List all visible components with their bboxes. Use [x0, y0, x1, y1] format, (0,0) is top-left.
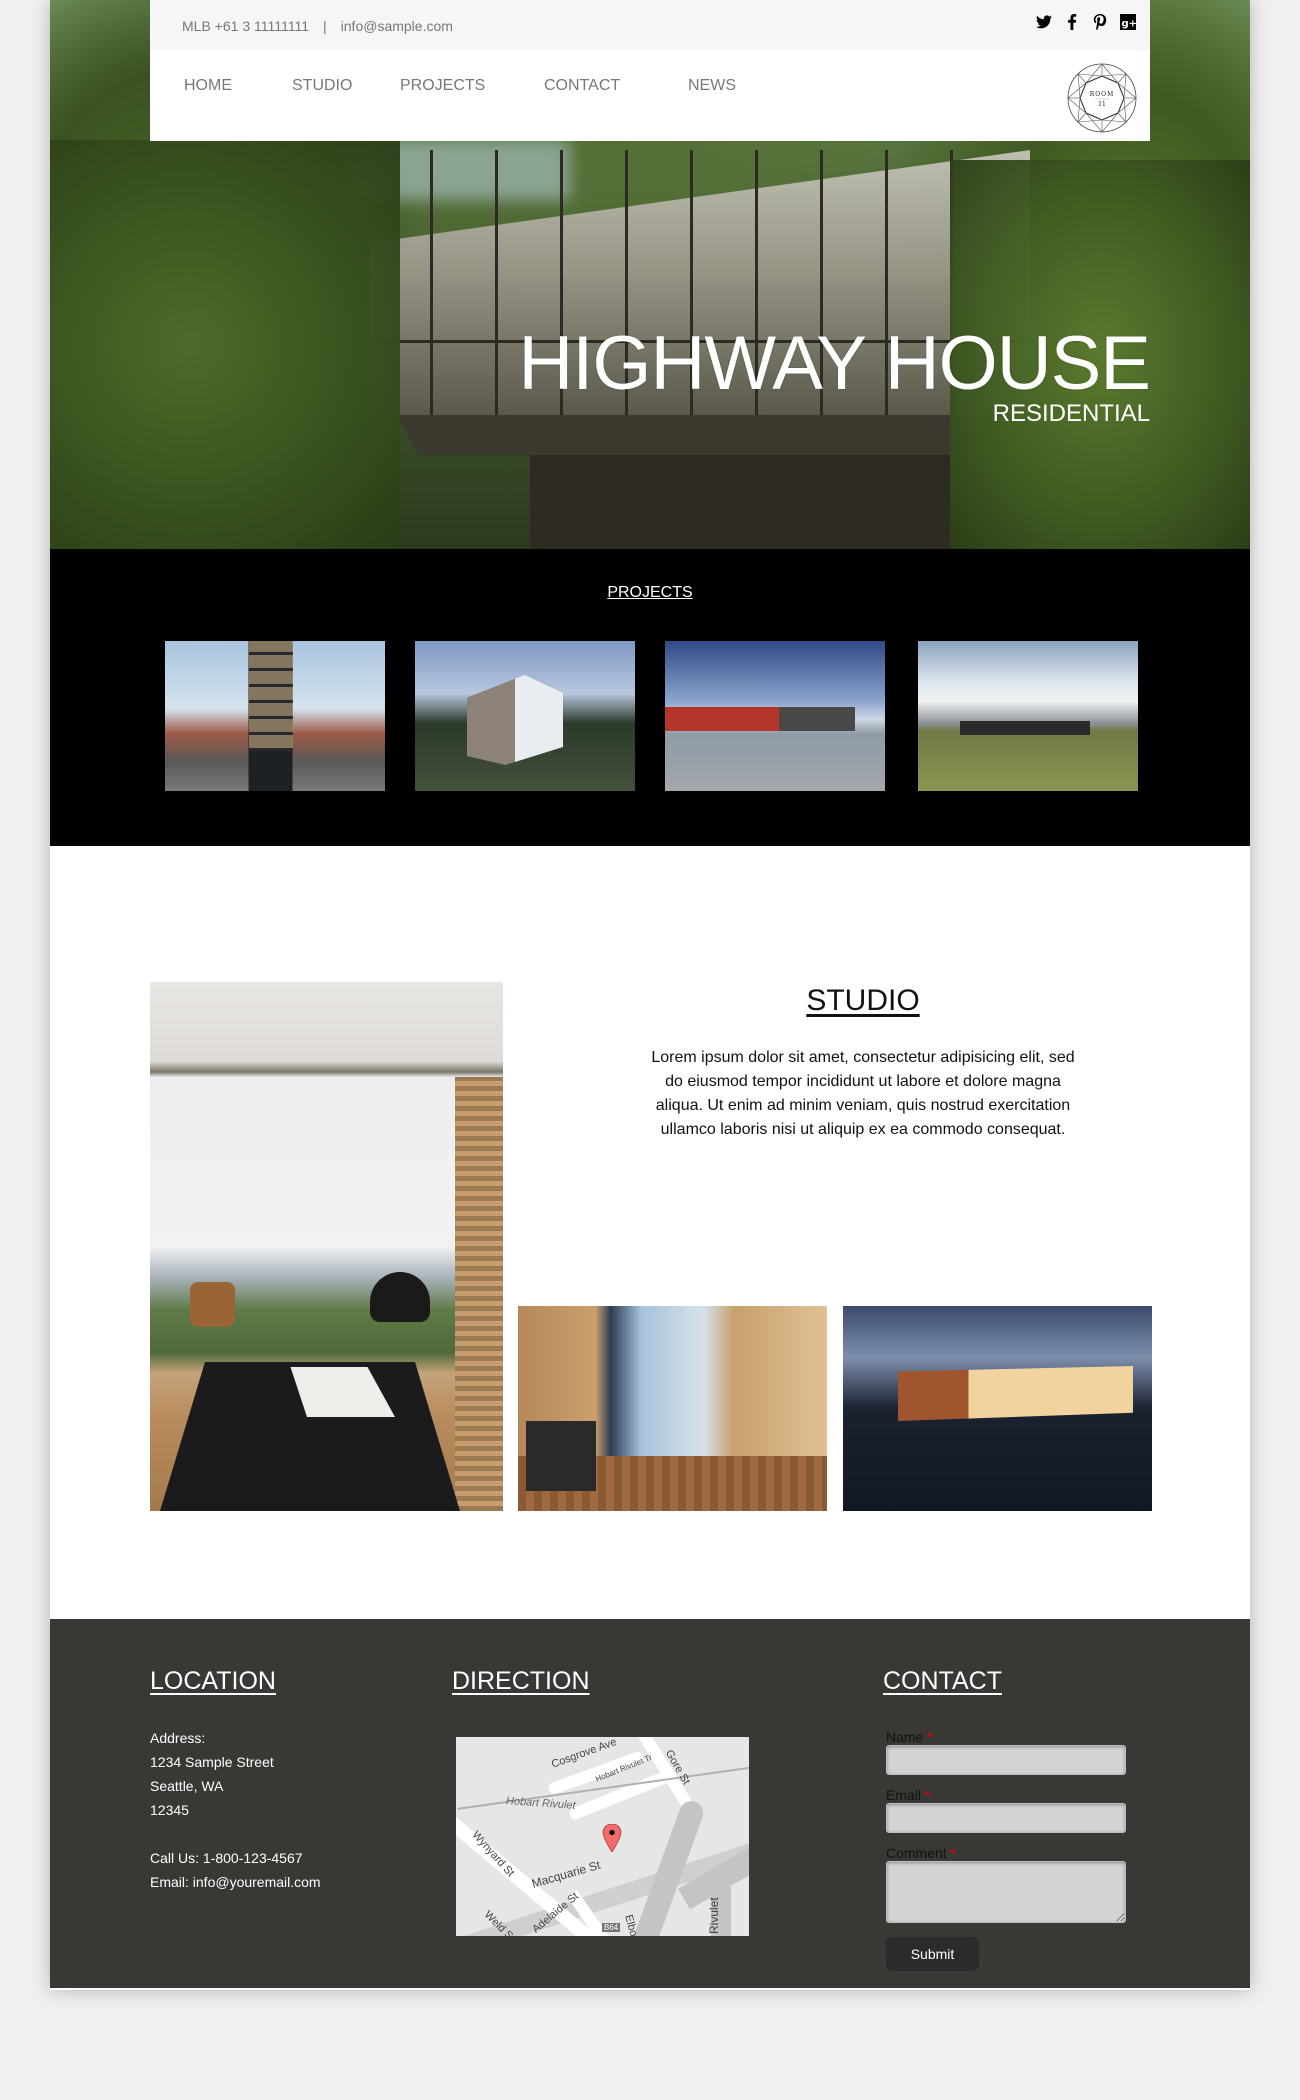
logo-text-number: 11 [1098, 101, 1106, 108]
facebook-icon[interactable] [1064, 14, 1080, 30]
studio-heading[interactable]: STUDIO [806, 984, 919, 1017]
map-label: Wynyard St [469, 1828, 517, 1880]
project-thumb-red-pavilion[interactable] [665, 641, 885, 791]
twitter-icon[interactable] [1036, 14, 1052, 30]
comment-label: Comment [886, 1845, 947, 1861]
studio-image-timber-deck [518, 1306, 827, 1511]
hero-house-base [530, 455, 950, 549]
location-heading: LOCATION [150, 1667, 276, 1695]
hero-subtitle: RESIDENTIAL [992, 400, 1150, 427]
page-container: HIGHWAY HOUSE RESIDENTIAL MLB +61 3 1111… [50, 0, 1250, 1990]
direction-map[interactable]: Cosgrove Ave Hobart Rivulet Tr Gore St H… [456, 1737, 749, 1936]
nav-projects[interactable]: PROJECTS [400, 77, 485, 95]
map-label: Macquarie St [530, 1857, 602, 1891]
footer: LOCATION DIRECTION CONTACT Address: 1234… [50, 1619, 1250, 1988]
nav-studio[interactable]: STUDIO [292, 77, 352, 95]
google-plus-icon[interactable]: g+ [1120, 14, 1136, 30]
address-city: Seattle, WA [150, 1778, 224, 1794]
topbar-phone: MLB +61 3 11111111 [182, 18, 310, 34]
location-details: Address: 1234 Sample Street Seattle, WA … [150, 1726, 321, 1894]
social-links: g+ [1036, 14, 1136, 30]
email-label: Email [886, 1787, 922, 1803]
address-street: 1234 Sample Street [150, 1754, 274, 1770]
required-mark: * [950, 1845, 957, 1861]
address-label: Address: [150, 1730, 206, 1746]
name-field[interactable] [886, 1745, 1126, 1775]
studio-image-living-room [150, 982, 503, 1511]
email-field[interactable] [886, 1803, 1126, 1833]
topbar-email[interactable]: info@sample.com [341, 18, 453, 34]
hero-trees-left [50, 140, 400, 549]
top-contact-bar: MLB +61 3 11111111 | info@sample.com g+ [150, 0, 1150, 50]
map-label: Rivulet [707, 1897, 721, 1934]
phone-number: Call Us: 1-800-123-4567 [150, 1850, 303, 1866]
map-label: B64 [602, 1923, 621, 1932]
nav-contact[interactable]: CONTACT [544, 77, 620, 95]
logo-text-room: ROOM [1090, 91, 1115, 98]
studio-image-house-at-dusk [843, 1306, 1152, 1511]
contact-form: Name * Email * Comment * Submit [886, 1729, 1130, 1971]
topbar-separator: | [323, 18, 327, 34]
required-mark: * [927, 1729, 933, 1745]
nav-news[interactable]: NEWS [688, 77, 736, 95]
projects-heading-link[interactable]: PROJECTS [607, 584, 692, 601]
submit-button[interactable]: Submit [886, 1937, 979, 1971]
name-label: Name [886, 1729, 924, 1745]
room11-logo[interactable]: ROOM 11 [1066, 62, 1138, 134]
hero-title: HIGHWAY HOUSE [518, 321, 1151, 406]
svg-text:g+: g+ [1122, 19, 1137, 30]
hero-house-slab [395, 415, 995, 455]
email-address[interactable]: Email: info@youremail.com [150, 1870, 321, 1894]
project-thumb-lawn-pavilion[interactable] [918, 641, 1138, 791]
required-mark: * [924, 1787, 931, 1803]
comment-field[interactable] [886, 1861, 1126, 1923]
address-zip: 12345 [150, 1802, 189, 1818]
map-pin-icon[interactable] [602, 1824, 622, 1852]
direction-heading: DIRECTION [452, 1667, 590, 1695]
nav-home[interactable]: HOME [184, 77, 232, 95]
project-thumb-urban-tower[interactable] [165, 641, 385, 791]
project-thumb-timber-house[interactable] [415, 641, 635, 791]
map-label: Hobart Rivulet [505, 1795, 576, 1812]
pinterest-icon[interactable] [1092, 14, 1108, 30]
studio-description: Lorem ipsum dolor sit amet, consectetur … [651, 1049, 1075, 1138]
main-nav: HOME STUDIO PROJECTS CONTACT NEWS ROOM 1… [150, 50, 1150, 141]
contact-heading: CONTACT [883, 1667, 1002, 1695]
projects-section: PROJECTS [50, 549, 1250, 846]
